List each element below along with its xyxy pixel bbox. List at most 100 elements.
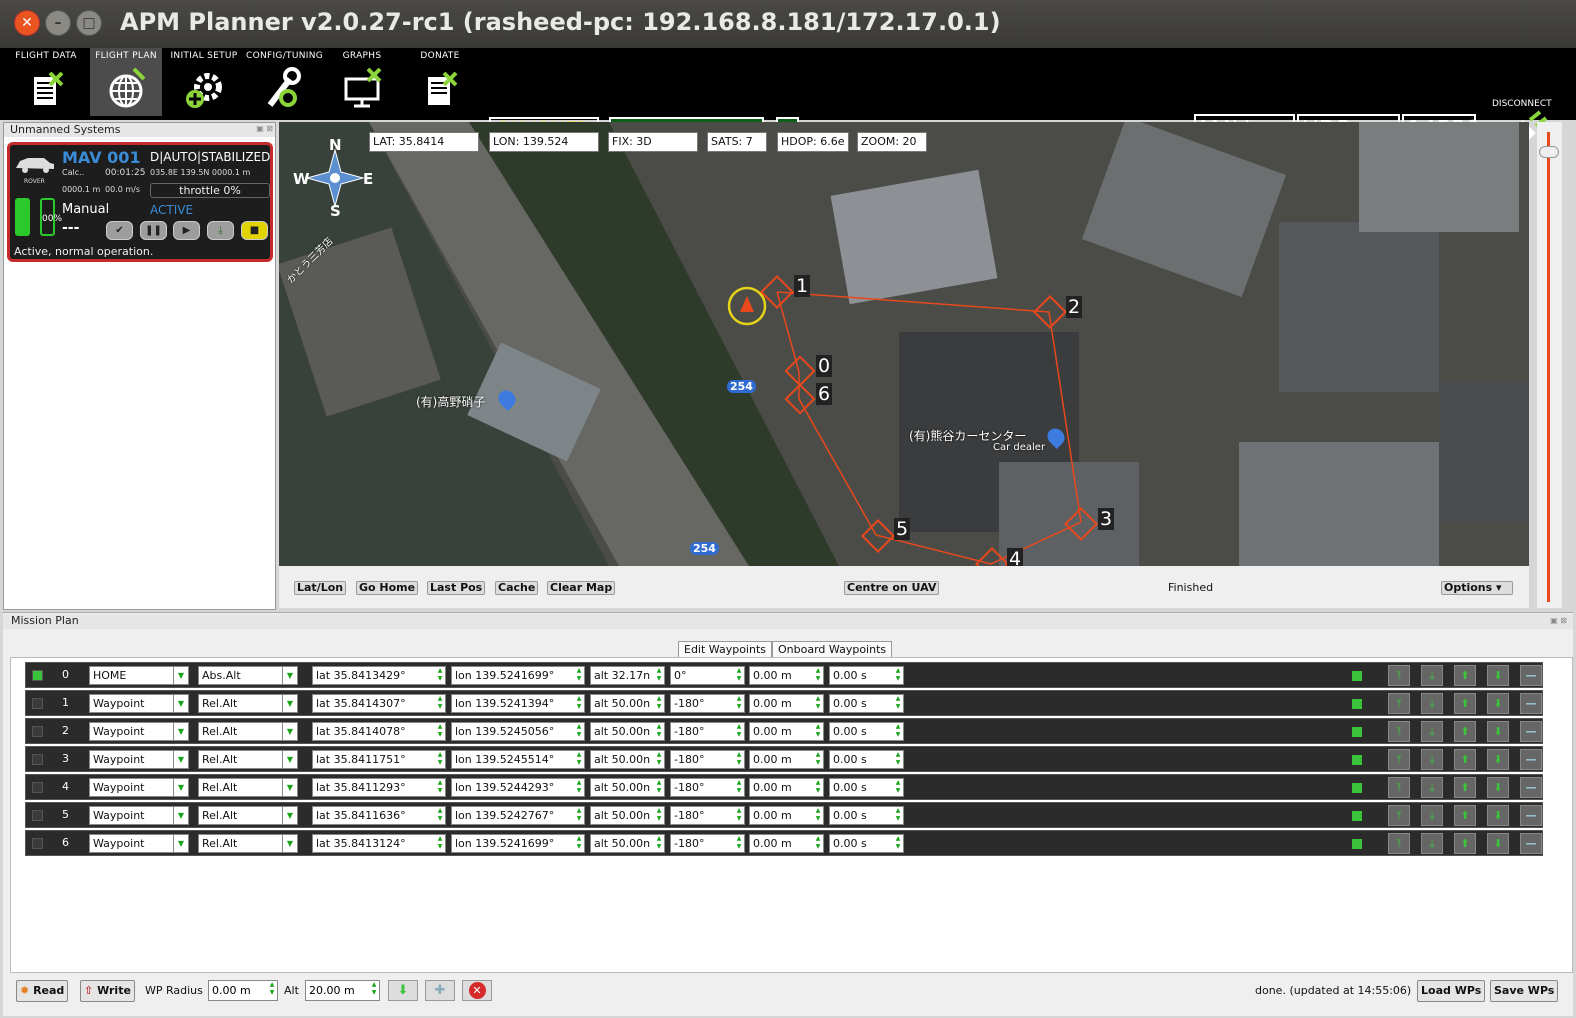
command-select[interactable]: Waypoint ▼: [89, 778, 189, 797]
delay-field[interactable]: 0.00 s ▲ ▼: [829, 722, 904, 741]
write-button[interactable]: ⇧ Write: [80, 980, 135, 1002]
command-select[interactable]: Waypoint ▼: [89, 722, 189, 741]
yaw-field[interactable]: -180° ▲ ▼: [670, 778, 745, 797]
move-up-icon[interactable]: ⬆: [1454, 805, 1476, 826]
move-bottom-icon[interactable]: ⤓: [1421, 665, 1443, 686]
options-button[interactable]: Options ▾: [1441, 581, 1513, 595]
radius-field[interactable]: 0.00 m ▲ ▼: [749, 778, 824, 797]
altitude-field[interactable]: alt 50.00n ▲ ▼: [590, 834, 665, 853]
tab-flight-data[interactable]: FLIGHT DATA: [10, 48, 82, 116]
spinner-icon[interactable]: ▲ ▼: [435, 723, 445, 740]
waypoint-checkbox[interactable]: [32, 698, 43, 709]
longitude-field[interactable]: lon 139.5241394° ▲ ▼: [451, 694, 585, 713]
spinner-icon[interactable]: ▲ ▼: [813, 835, 823, 852]
waypoint-row[interactable]: 6 Waypoint ▼ Rel.Alt ▼ lat 35.8413124° ▲ ▼ lon 1…: [25, 830, 1543, 856]
delay-field[interactable]: 0.00 s ▲ ▼: [829, 694, 904, 713]
delete-icon[interactable]: —: [1520, 805, 1542, 826]
latitude-field[interactable]: lat 35.8411636° ▲ ▼: [312, 806, 446, 825]
waypoint-checkbox[interactable]: [32, 726, 43, 737]
spinner-icon[interactable]: ▲ ▼: [813, 751, 823, 768]
tab-graphs[interactable]: GRAPHS: [326, 48, 398, 116]
delay-field[interactable]: 0.00 s ▲ ▼: [829, 750, 904, 769]
spinner-icon[interactable]: ▲ ▼: [574, 807, 584, 824]
longitude-field[interactable]: lon 139.5245056° ▲ ▼: [451, 722, 585, 741]
spinner-icon[interactable]: ▲ ▼: [813, 779, 823, 796]
spinner-icon[interactable]: ▲ ▼: [654, 695, 664, 712]
chevron-down-icon[interactable]: ▼: [173, 723, 188, 740]
delete-icon[interactable]: —: [1520, 749, 1542, 770]
altitude-field[interactable]: alt 50.00n ▲ ▼: [590, 806, 665, 825]
move-down-icon[interactable]: ⬇: [1487, 833, 1509, 854]
move-top-icon[interactable]: ⤒: [1388, 777, 1410, 798]
radius-field[interactable]: 0.00 m ▲ ▼: [749, 806, 824, 825]
waypoint-row[interactable]: 2 Waypoint ▼ Rel.Alt ▼ lat 35.8414078° ▲ ▼ lon 1…: [25, 718, 1543, 744]
spinner-icon[interactable]: ▲ ▼: [369, 981, 379, 998]
radius-field[interactable]: 0.00 m ▲ ▼: [749, 694, 824, 713]
delete-icon[interactable]: —: [1520, 777, 1542, 798]
chevron-down-icon[interactable]: ▼: [173, 807, 188, 824]
clear-map-button[interactable]: Clear Map: [547, 581, 616, 595]
yaw-field[interactable]: -180° ▲ ▼: [670, 806, 745, 825]
altitude-field[interactable]: alt 50.00n ▲ ▼: [590, 694, 665, 713]
waypoint-checkbox[interactable]: [32, 670, 43, 681]
spinner-icon[interactable]: ▲ ▼: [654, 835, 664, 852]
delay-field[interactable]: 0.00 s ▲ ▼: [829, 806, 904, 825]
yaw-field[interactable]: -180° ▲ ▼: [670, 750, 745, 769]
chevron-down-icon[interactable]: ▼: [282, 723, 297, 740]
move-up-icon[interactable]: ⬆: [1454, 833, 1476, 854]
radius-field[interactable]: 0.00 m ▲ ▼: [749, 750, 824, 769]
spinner-icon[interactable]: ▲ ▼: [435, 667, 445, 684]
move-bottom-icon[interactable]: ⤓: [1421, 805, 1443, 826]
chevron-down-icon[interactable]: ▼: [173, 667, 188, 684]
spinner-icon[interactable]: ▲ ▼: [574, 779, 584, 796]
spinner-icon[interactable]: ▲ ▼: [734, 751, 744, 768]
spinner-icon[interactable]: ▲ ▼: [813, 667, 823, 684]
altitude-field[interactable]: alt 50.00n ▲ ▼: [590, 722, 665, 741]
spinner-icon[interactable]: ▲ ▼: [654, 751, 664, 768]
spinner-icon[interactable]: ▲ ▼: [574, 667, 584, 684]
delay-field[interactable]: 0.00 s ▲ ▼: [829, 666, 904, 685]
frame-select[interactable]: Rel.Alt ▼: [198, 750, 298, 769]
spinner-icon[interactable]: ▲ ▼: [435, 751, 445, 768]
waypoint-row[interactable]: 0 HOME ▼ Abs.Alt ▼ lat 35.8413429° ▲ ▼ lon 139.5…: [25, 662, 1543, 688]
spinner-icon[interactable]: ▲ ▼: [893, 751, 903, 768]
altitude-field[interactable]: alt 32.17n ▲ ▼: [590, 666, 665, 685]
radius-field[interactable]: 0.00 m ▲ ▼: [749, 722, 824, 741]
chevron-down-icon[interactable]: ▼: [282, 667, 297, 684]
chevron-down-icon[interactable]: ▼: [282, 751, 297, 768]
command-select[interactable]: Waypoint ▼: [89, 806, 189, 825]
land-button[interactable]: ⤓: [207, 221, 234, 240]
spinner-icon[interactable]: ▲ ▼: [654, 667, 664, 684]
spinner-icon[interactable]: ▲ ▼: [734, 723, 744, 740]
spinner-icon[interactable]: ▲ ▼: [654, 807, 664, 824]
longitude-field[interactable]: lon 139.5242767° ▲ ▼: [451, 806, 585, 825]
load-wps-button[interactable]: Load WPs: [1417, 980, 1486, 1002]
chevron-down-icon[interactable]: ▼: [173, 779, 188, 796]
command-select[interactable]: Waypoint ▼: [89, 834, 189, 853]
move-down-icon[interactable]: ⬇: [1487, 665, 1509, 686]
panel-float-close-icons[interactable]: ▣ ⊠: [1550, 616, 1567, 625]
panel-float-close-icons[interactable]: ▣ ⊠: [256, 124, 273, 133]
spinner-icon[interactable]: ▲ ▼: [893, 807, 903, 824]
spinner-icon[interactable]: ▲ ▼: [654, 779, 664, 796]
tab-donate[interactable]: DONATE: [404, 48, 476, 116]
move-down-icon[interactable]: ⬇: [1487, 777, 1509, 798]
latitude-field[interactable]: lat 35.8414307° ▲ ▼: [312, 694, 446, 713]
wp-radius-input[interactable]: 0.00 m ▲ ▼: [208, 980, 278, 1001]
cache-button[interactable]: Cache: [495, 581, 539, 595]
spinner-icon[interactable]: ▲ ▼: [734, 695, 744, 712]
move-up-icon[interactable]: ⬆: [1454, 721, 1476, 742]
clear-icon[interactable]: ✕: [462, 980, 492, 1001]
move-top-icon[interactable]: ⤒: [1388, 721, 1410, 742]
latitude-field[interactable]: lat 35.8411751° ▲ ▼: [312, 750, 446, 769]
waypoint-row[interactable]: 3 Waypoint ▼ Rel.Alt ▼ lat 35.8411751° ▲ ▼ lon 1…: [25, 746, 1543, 772]
waypoint-row[interactable]: 1 Waypoint ▼ Rel.Alt ▼ lat 35.8414307° ▲ ▼ lon 1…: [25, 690, 1543, 716]
zoom-slider-handle[interactable]: [1539, 146, 1559, 158]
move-top-icon[interactable]: ⤒: [1388, 833, 1410, 854]
move-down-icon[interactable]: ⬇: [1487, 721, 1509, 742]
spinner-icon[interactable]: ▲ ▼: [574, 723, 584, 740]
spinner-icon[interactable]: ▲ ▼: [734, 779, 744, 796]
command-select[interactable]: Waypoint ▼: [89, 694, 189, 713]
longitude-field[interactable]: lon 139.5241699° ▲ ▼: [451, 666, 585, 685]
move-up-icon[interactable]: ⬆: [1454, 665, 1476, 686]
